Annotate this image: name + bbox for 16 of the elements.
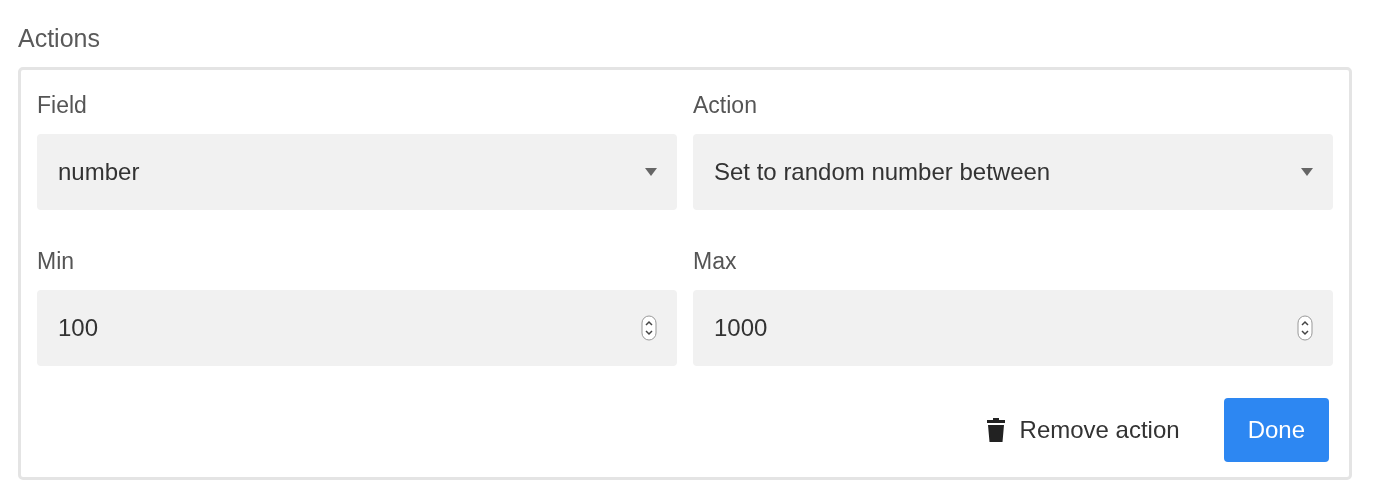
- caret-icon: [1301, 168, 1313, 176]
- caret-icon: [645, 168, 657, 176]
- section-title: Actions: [18, 23, 101, 54]
- trash-icon: [986, 418, 1005, 442]
- select-field[interactable]: number: [37, 134, 677, 210]
- stepper-icon[interactable]: [641, 315, 657, 341]
- field-label: Min: [37, 247, 75, 275]
- stepper-field[interactable]: 100: [37, 290, 677, 366]
- select-field[interactable]: Set to random number between: [693, 134, 1333, 210]
- remove-action-button[interactable]: Remove action: [986, 416, 1180, 444]
- field-label: Field: [37, 91, 87, 119]
- field-label: Max: [693, 247, 737, 275]
- stepper-field[interactable]: 1000: [693, 290, 1333, 366]
- done-button[interactable]: Done: [1223, 398, 1329, 462]
- field-label: Action: [693, 91, 757, 119]
- stepper-icon[interactable]: [1297, 315, 1313, 341]
